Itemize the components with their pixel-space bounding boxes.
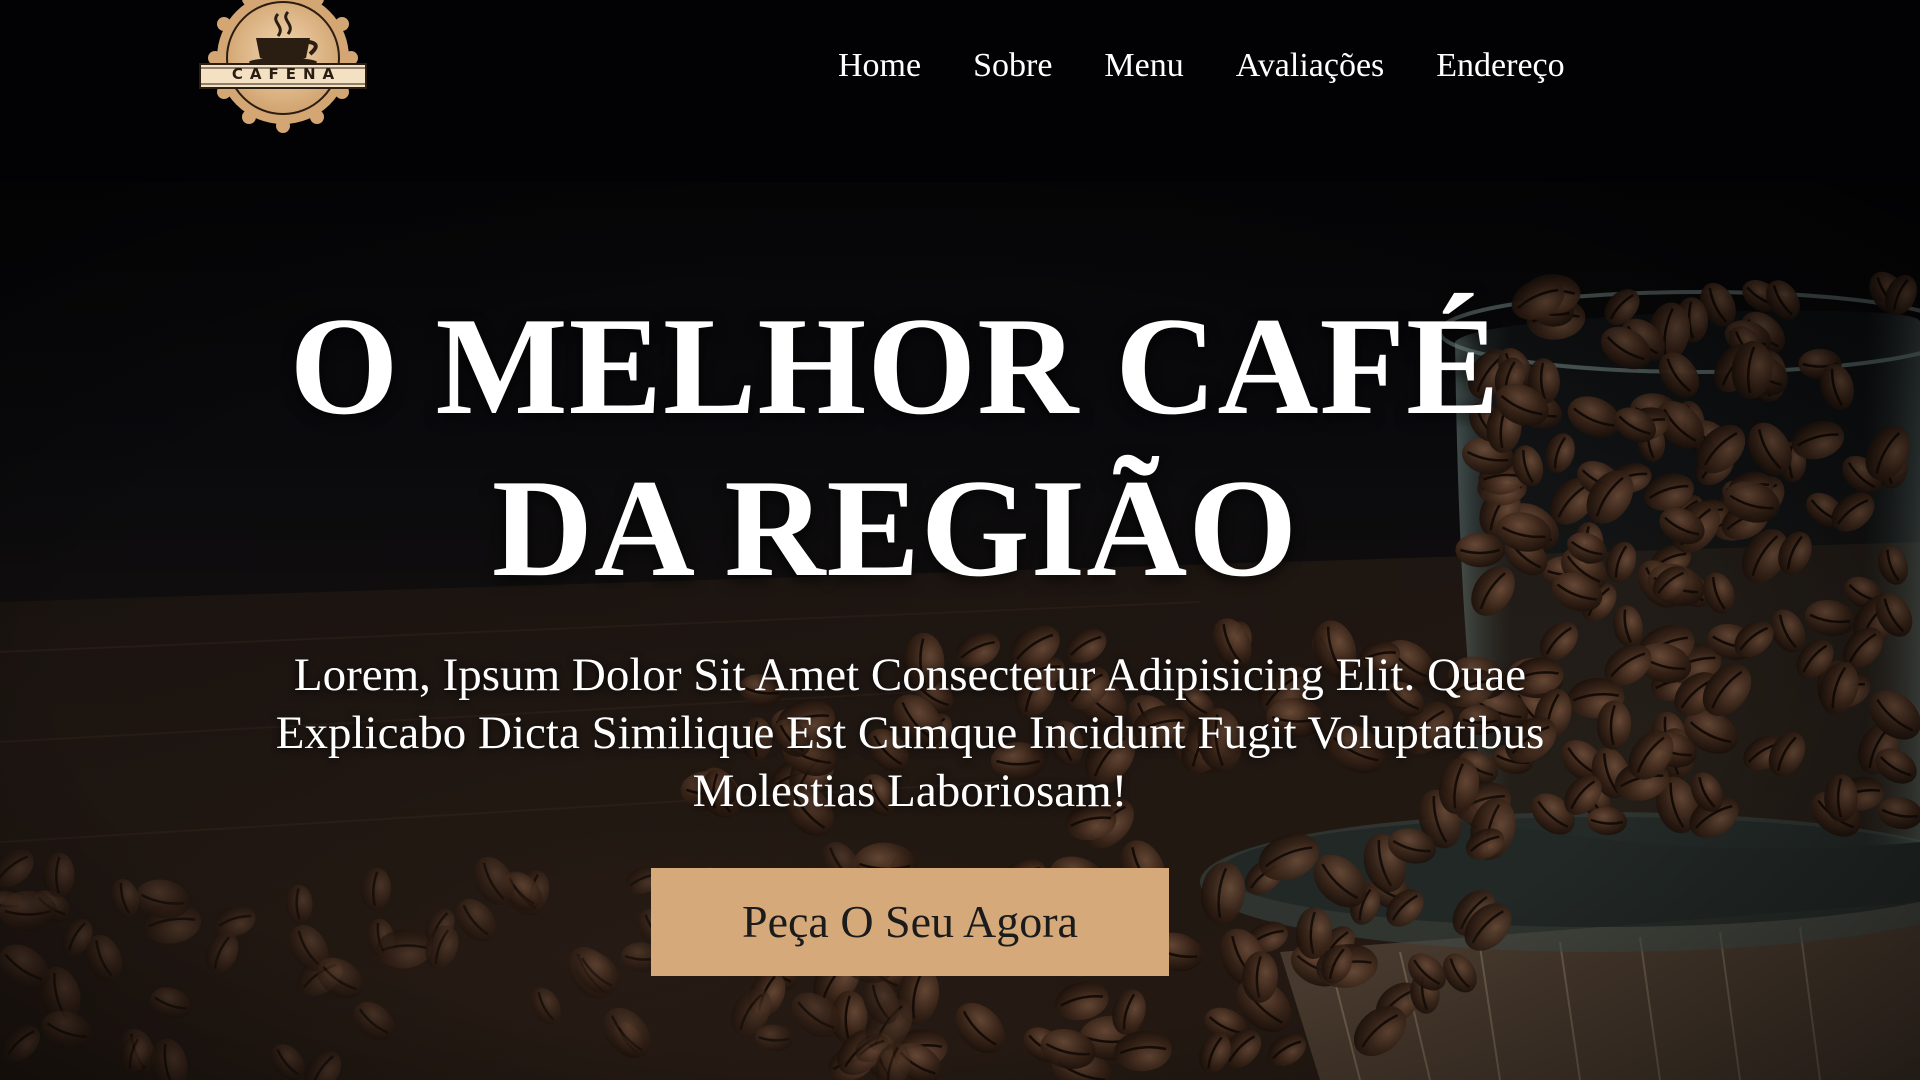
- nav-endereco[interactable]: Endereço: [1436, 44, 1564, 88]
- cafena-logo[interactable]: CAFENA: [198, 0, 368, 134]
- main-nav: Home Sobre Menu Avaliações Endereço: [838, 44, 1565, 88]
- hero-section: O MELHOR CAFÉ DA REGIÃO Lorem, Ipsum Dol…: [0, 182, 1920, 1080]
- nav-menu[interactable]: Menu: [1104, 44, 1183, 88]
- hero-content: O MELHOR CAFÉ DA REGIÃO Lorem, Ipsum Dol…: [180, 286, 1640, 976]
- hero-title-line2: DA REGIÃO: [491, 451, 1299, 606]
- order-now-button[interactable]: Peça O Seu Agora: [651, 868, 1169, 976]
- page: CAFENA Home Sobre Menu Avaliações Endere…: [0, 0, 1920, 1080]
- hero-title: O MELHOR CAFÉ DA REGIÃO: [180, 286, 1640, 610]
- site-header: CAFENA Home Sobre Menu Avaliações Endere…: [0, 0, 1920, 182]
- nav-avaliacoes[interactable]: Avaliações: [1236, 44, 1385, 88]
- logo-text: CAFENA: [231, 65, 342, 83]
- hero-subtitle: Lorem, Ipsum Dolor Sit Amet Consectetur …: [275, 649, 1545, 817]
- nav-sobre[interactable]: Sobre: [973, 44, 1052, 88]
- nav-home[interactable]: Home: [838, 44, 921, 88]
- hero-title-line1: O MELHOR CAFÉ: [289, 289, 1501, 444]
